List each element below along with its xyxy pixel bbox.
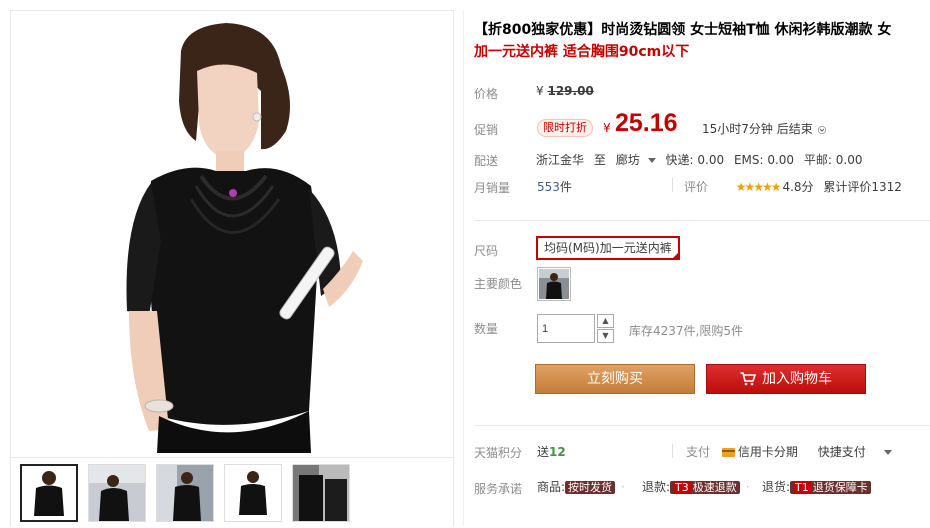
total-reviews-link[interactable]: 累计评价1312: [823, 180, 902, 194]
promo-badge: 限时打折: [537, 119, 593, 137]
service-return: 退货: T1 退货保障卡: [762, 478, 871, 495]
promo-currency: ¥: [603, 121, 611, 135]
points-prefix: 送: [537, 445, 550, 459]
return-code: T1: [793, 481, 811, 494]
service-return-label: 退货:: [762, 480, 791, 494]
points-value: 送12: [537, 443, 566, 460]
color-swatch-image: [539, 269, 569, 299]
thumbnail-5[interactable]: [292, 464, 350, 522]
buy-now-label: 立刻购买: [587, 371, 643, 387]
service-goods-tag[interactable]: 按时发货: [565, 481, 616, 494]
refund-tag-text: 极速退款: [692, 481, 737, 494]
thumbnail-1[interactable]: [20, 464, 78, 522]
points-amount: 12: [549, 445, 566, 459]
title-line-1: 【折800独家优惠】时尚烫钻圆领 女士短袖T恤 休闲衫韩版潮款 女: [474, 22, 892, 38]
monthly-sales: 553件: [537, 178, 572, 195]
sales-unit: 件: [559, 180, 572, 194]
quantity-increase-button[interactable]: ▲: [597, 314, 614, 328]
service-refund: 退款: T3 极速退款 ·: [642, 480, 750, 494]
ship-to-word: 至: [593, 153, 606, 167]
shipping-row: 浙江金华 至 廊坊 快递: 0.00 EMS: 0.00 平邮: 0.00: [536, 151, 868, 168]
separator: [474, 425, 930, 426]
column-divider: [463, 10, 464, 526]
service-goods: 商品: 按时发货 ·: [537, 480, 625, 494]
quantity-label: 数量: [474, 322, 499, 336]
service-label: 服务承诺: [474, 482, 523, 496]
thumbnail-4[interactable]: [224, 464, 282, 522]
thumbnail-2[interactable]: [88, 464, 146, 522]
original-price: ¥ 129.00: [536, 84, 594, 98]
ship-to-select[interactable]: 廊坊: [616, 153, 662, 167]
thumbnail-strip: [11, 457, 453, 525]
ship-ems-fee: EMS: 0.00: [733, 153, 795, 167]
caret-down-icon[interactable]: [883, 450, 892, 455]
review-label: 评价: [684, 180, 709, 194]
title-line-2: 加一元送内裤 适合胸围90cm以下: [474, 44, 690, 60]
ship-mail-fee: 平邮: 0.00: [803, 153, 863, 167]
service-goods-label: 商品:: [537, 480, 566, 494]
caret-down-icon: [647, 158, 656, 163]
ship-express-fee: 快递: 0.00: [665, 153, 725, 167]
credit-installment[interactable]: 信用卡分期: [738, 445, 798, 459]
quantity-input[interactable]: [537, 314, 595, 343]
promo-label: 促销: [474, 123, 499, 137]
countdown-text: 15小时7分钟 后结束: [702, 122, 813, 136]
size-label: 尺码: [474, 244, 499, 258]
rating-score: 4.8分: [782, 180, 814, 194]
buy-now-button[interactable]: 立刻购买: [535, 364, 695, 394]
star-rating-icon: ★★★★★: [735, 180, 782, 194]
refund-code: T3: [673, 481, 691, 494]
payment-label: 支付: [686, 445, 711, 459]
divider: [672, 444, 673, 458]
main-product-image[interactable]: [11, 11, 453, 453]
shipping-label: 配送: [474, 154, 499, 168]
separator: [474, 220, 930, 221]
express-pay[interactable]: 快捷支付: [818, 445, 866, 459]
thumbnail-3[interactable]: [156, 464, 214, 522]
original-price-value: 129.00: [547, 84, 594, 98]
ship-from: 浙江金华: [536, 153, 585, 167]
original-price-currency: ¥: [536, 84, 544, 98]
service-refund-label: 退款:: [642, 480, 671, 494]
selected-check-icon: [671, 252, 679, 259]
service-refund-tag[interactable]: T3 极速退款: [670, 481, 740, 494]
service-return-tag[interactable]: T1 退货保障卡: [790, 481, 871, 494]
color-swatch[interactable]: [537, 267, 571, 301]
quantity-decrease-button[interactable]: ▼: [597, 329, 614, 343]
points-label: 天猫积分: [474, 446, 523, 460]
credit-card-icon: [721, 448, 735, 457]
add-to-cart-label: 加入购物车: [762, 371, 832, 387]
price-label: 价格: [474, 87, 499, 101]
rating-summary: 评价 ★★★★★ 4.8分 累计评价1312: [684, 178, 902, 195]
payment-row: 支付 信用卡分期 快捷支付: [686, 443, 898, 460]
promo-countdown[interactable]: 15小时7分钟 后结束: [702, 120, 827, 137]
stock-info: 库存4237件,限购5件: [629, 324, 743, 338]
divider: [672, 178, 673, 192]
color-label: 主要颜色: [474, 277, 523, 291]
ship-to-value: 廊坊: [615, 153, 640, 167]
add-to-cart-button[interactable]: 加入购物车: [706, 364, 866, 394]
product-gallery: [10, 10, 454, 526]
size-option-selected[interactable]: 均码(M码)加一元送内裤: [536, 236, 680, 260]
sales-count: 553: [537, 180, 560, 194]
size-option-text: 均码(M码)加一元送内裤: [544, 241, 672, 255]
sales-label: 月销量: [474, 181, 511, 195]
promo-price: 25.16: [615, 109, 678, 137]
chevron-down-icon: [817, 125, 826, 134]
model-photo: [11, 11, 453, 453]
return-tag-text: 退货保障卡: [812, 481, 868, 494]
cart-icon: [740, 372, 756, 386]
product-title: 【折800独家优惠】时尚烫钻圆领 女士短袖T恤 休闲衫韩版潮款 女 加一元送内裤…: [474, 19, 930, 63]
